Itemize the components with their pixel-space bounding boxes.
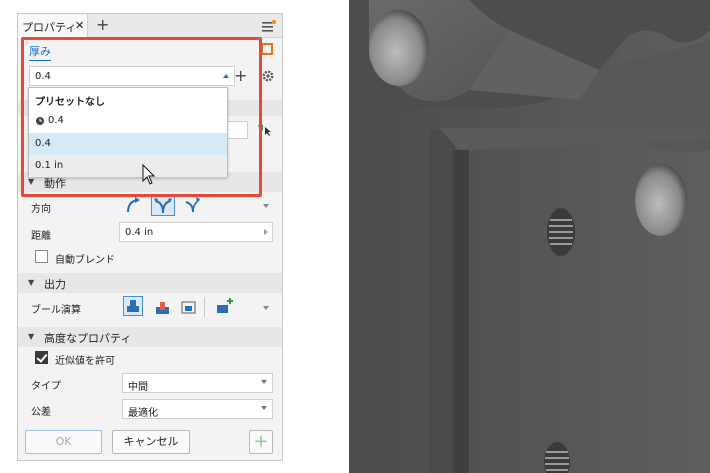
tab-title: プロパティ bbox=[22, 21, 77, 34]
direction-label: 方向 bbox=[31, 204, 51, 215]
apply-plus-button[interactable]: + bbox=[249, 430, 273, 454]
flyout-arrow-icon[interactable] bbox=[264, 229, 268, 235]
chevron-down-icon bbox=[261, 406, 267, 410]
cancel-button[interactable]: キャンセル bbox=[112, 430, 190, 454]
advanced-section-header[interactable]: ▼ 高度なプロパティ bbox=[18, 327, 282, 347]
auto-blend-label: 自動ブレンド bbox=[55, 255, 115, 266]
direction-symmetric-icon[interactable] bbox=[151, 194, 175, 216]
tab-properties[interactable]: プロパティ ✕ bbox=[18, 14, 88, 38]
boolean-join-icon[interactable] bbox=[123, 296, 143, 316]
chevron-down-icon bbox=[261, 380, 267, 384]
hamburger-menu-icon[interactable] bbox=[262, 19, 277, 32]
tolerance-select[interactable]: 最適化 bbox=[122, 399, 273, 419]
distance-value: 0.4 in bbox=[125, 227, 154, 238]
type-value: 中間 bbox=[128, 382, 148, 393]
direction-default-icon[interactable] bbox=[125, 196, 143, 214]
new-solid-icon[interactable] bbox=[215, 297, 235, 317]
tolerance-label: 公差 bbox=[31, 407, 51, 418]
boolean-cut-icon[interactable] bbox=[154, 298, 172, 316]
gear-icon[interactable] bbox=[262, 70, 274, 82]
highlight-frame bbox=[21, 37, 262, 197]
distance-input[interactable]: 0.4 in bbox=[119, 222, 273, 242]
ok-button[interactable]: OK bbox=[25, 430, 102, 454]
allow-approx-checkbox[interactable] bbox=[35, 351, 48, 364]
threaded-hole-icon bbox=[547, 208, 575, 256]
boolean-intersect-icon[interactable] bbox=[180, 298, 198, 316]
collapse-triangle-icon: ▼ bbox=[28, 332, 35, 341]
part-model bbox=[349, 0, 710, 473]
boolean-dropdown-icon[interactable] bbox=[263, 306, 269, 310]
output-section-header[interactable]: ▼ 出力 bbox=[18, 273, 282, 293]
collapse-triangle-icon: ▼ bbox=[28, 278, 35, 287]
model-viewport[interactable] bbox=[349, 0, 710, 473]
add-tab-icon[interactable]: + bbox=[96, 15, 109, 34]
type-select[interactable]: 中間 bbox=[122, 373, 273, 393]
distance-label: 距離 bbox=[31, 231, 51, 242]
advanced-section-title: 高度なプロパティ bbox=[44, 332, 132, 345]
allow-approx-label: 近似値を許可 bbox=[55, 356, 115, 367]
boolean-label: ブール演算 bbox=[31, 305, 81, 316]
direction-asymmetric-icon[interactable] bbox=[183, 196, 201, 214]
type-label: タイプ bbox=[31, 381, 61, 392]
tolerance-value: 最適化 bbox=[128, 408, 158, 419]
auto-blend-checkbox[interactable] bbox=[35, 250, 48, 263]
close-icon[interactable]: ✕ bbox=[75, 19, 84, 32]
output-section-title: 出力 bbox=[44, 278, 66, 291]
toolbar-divider bbox=[204, 297, 205, 317]
sketch-icon[interactable] bbox=[261, 42, 273, 56]
direction-dropdown-icon[interactable] bbox=[263, 204, 269, 208]
panel-titlebar: プロパティ ✕ + bbox=[18, 14, 282, 38]
